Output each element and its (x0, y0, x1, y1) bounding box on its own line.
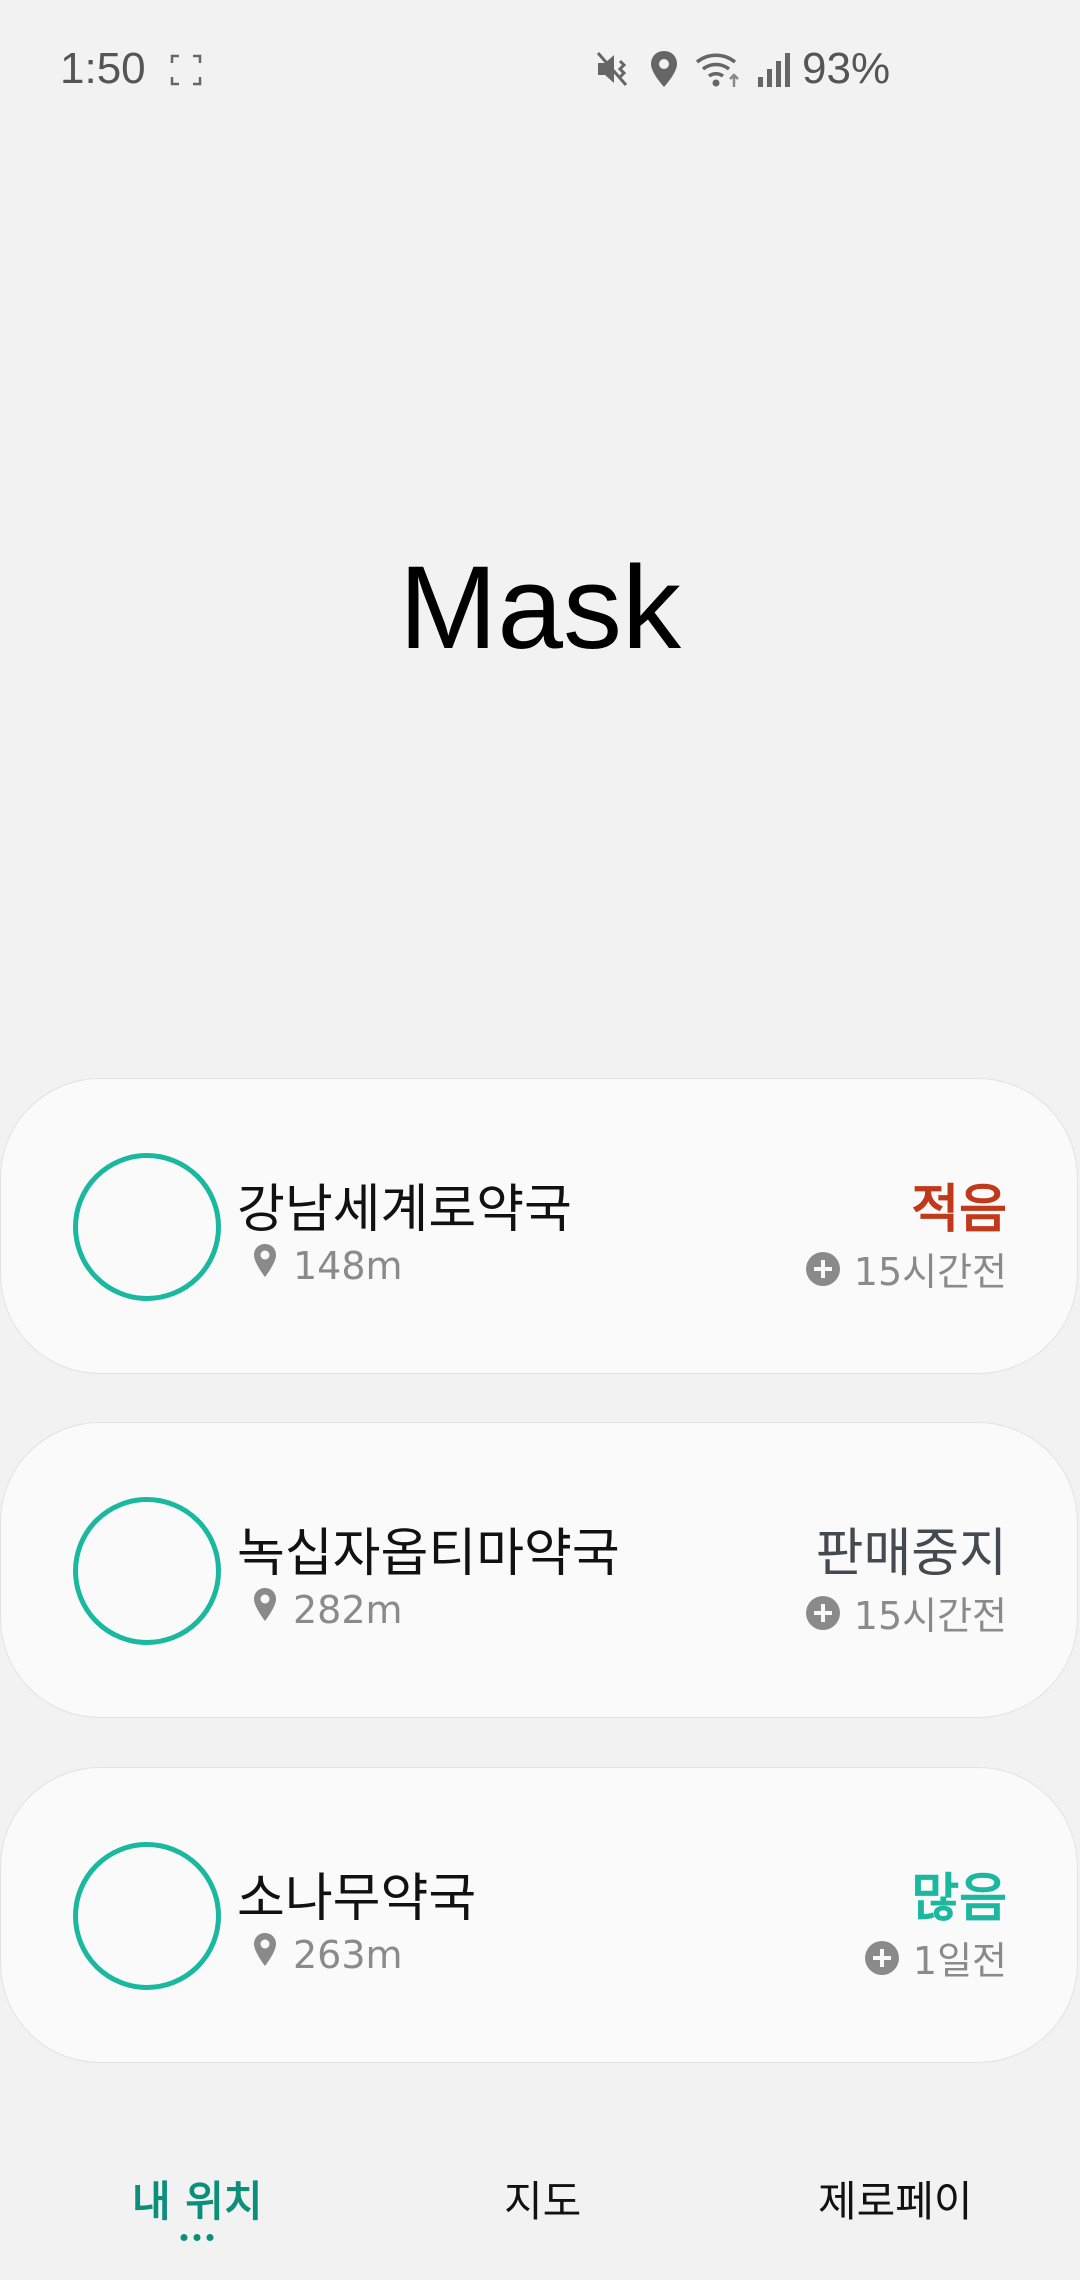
status-bar: 1:50 93% (0, 0, 1080, 140)
nav-map[interactable]: 지도 (504, 2168, 581, 2229)
stock-indicator-circle (73, 1497, 221, 1645)
signal-icon (756, 49, 792, 93)
plus-icon (805, 1595, 840, 1630)
updated-text: 15시간전 (853, 1250, 1007, 1294)
pharmacy-distance: 263m (253, 1932, 403, 1977)
pharmacy-name: 강남세계로약국 (237, 1180, 572, 1240)
location-icon (648, 49, 680, 93)
location-pin-icon (253, 1243, 277, 1288)
nav-label: 내 위치 (132, 2177, 263, 2226)
updated-time: 15시간전 (805, 1585, 1007, 1640)
status-icons (594, 48, 792, 94)
nav-label: 지도 (504, 2177, 582, 2226)
stock-indicator-circle (73, 1153, 221, 1301)
pharmacy-card[interactable]: 강남세계로약국 148m 적음 15시간전 (0, 1078, 1078, 1374)
updated-time: 15시간전 (805, 1241, 1007, 1296)
page-title: Mask (399, 542, 681, 674)
pharmacy-card[interactable]: 소나무약국 263m 많음 1일전 (0, 1767, 1078, 2063)
plus-icon (805, 1251, 840, 1286)
screenshot-icon (170, 54, 202, 86)
location-pin-icon (253, 1587, 277, 1632)
stock-indicator-circle (73, 1842, 221, 1990)
distance-text: 148m (293, 1243, 403, 1288)
updated-text: 1일전 (912, 1939, 1007, 1983)
battery-percent: 93% (802, 44, 891, 93)
stock-status: 적음 (911, 1180, 1007, 1240)
stock-status: 많음 (911, 1869, 1007, 1929)
nav-my-location[interactable]: 내 위치 (132, 2168, 263, 2241)
status-time: 1:50 (60, 44, 146, 93)
location-pin-icon (253, 1932, 277, 1977)
pharmacy-distance: 282m (253, 1587, 403, 1632)
stock-status: 판매중지 (815, 1524, 1007, 1584)
updated-time: 1일전 (864, 1930, 1007, 1985)
distance-text: 263m (293, 1932, 403, 1977)
pharmacy-card[interactable]: 녹십자옵티마약국 282m 판매중지 15시간전 (0, 1422, 1078, 1718)
mute-icon (594, 49, 634, 93)
pharmacy-distance: 148m (253, 1243, 403, 1288)
nav-label: 제로페이 (818, 2177, 973, 2226)
bottom-nav: 내 위치 지도 제로페이 (0, 2150, 1080, 2280)
nav-zeropay[interactable]: 제로페이 (818, 2168, 973, 2229)
plus-icon (864, 1940, 899, 1975)
distance-text: 282m (293, 1587, 403, 1632)
pharmacy-name: 녹십자옵티마약국 (237, 1524, 620, 1584)
updated-text: 15시간전 (853, 1594, 1007, 1638)
active-indicator (180, 2234, 214, 2241)
pharmacy-name: 소나무약국 (237, 1869, 477, 1929)
wifi-icon (694, 49, 742, 93)
